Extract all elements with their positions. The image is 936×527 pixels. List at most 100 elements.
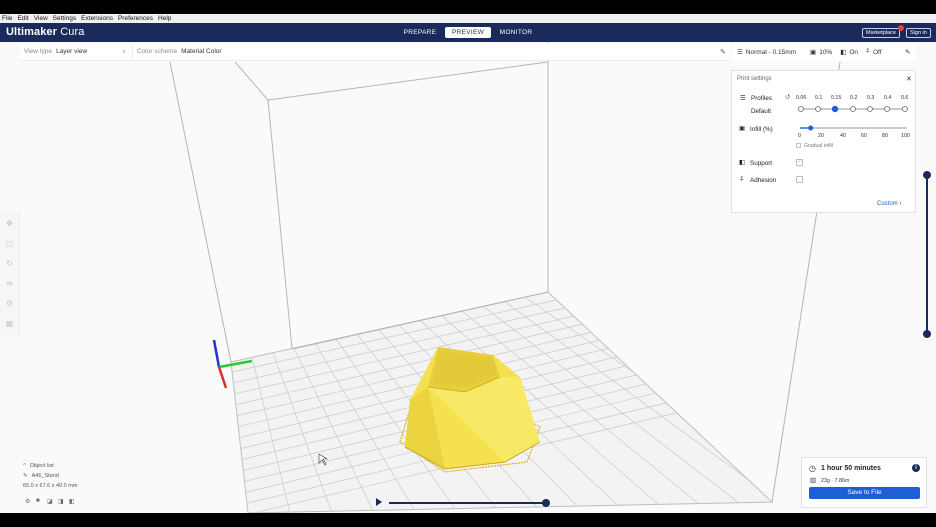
object-list-label: Object list <box>29 463 54 469</box>
layer-height-tick: 0.6 <box>901 95 909 101</box>
object-list-toggle[interactable]: ^ Object list <box>23 463 77 469</box>
view-type-selector[interactable]: View type Layer view ‹ <box>20 42 133 61</box>
adhesion-summary: Off <box>872 48 882 56</box>
play-icon[interactable] <box>376 498 382 506</box>
infill-tick: 80 <box>882 133 888 139</box>
app-header: Ultimaker Cura PREPARE PREVIEW MONITOR M… <box>0 23 936 42</box>
support-blocker-icon[interactable]: ▦ <box>4 318 15 329</box>
marketplace-button[interactable]: Marketplace <box>862 28 900 38</box>
view-toolbar: View type Layer view ‹ Color scheme Mate… <box>20 42 730 61</box>
layer-height-slider[interactable] <box>796 104 911 114</box>
object-name-row: ✎ A46_Stand <box>23 473 77 479</box>
color-scheme-selector[interactable]: Color scheme Material Color <box>133 43 222 61</box>
menu-file[interactable]: File <box>2 15 12 22</box>
print-settings-title: Print settings <box>737 76 772 82</box>
print-settings-panel: Print settings ✕ ☰ Profiles Default ↺ 0.… <box>731 70 916 213</box>
close-icon[interactable]: ✕ <box>906 75 912 83</box>
infill-tick: 60 <box>861 133 867 139</box>
scale-tool-icon[interactable]: ◰ <box>4 238 15 249</box>
move-tool-icon[interactable]: ✥ <box>4 218 15 229</box>
profiles-label: Profiles <box>751 95 772 102</box>
view-front-icon[interactable]: ◧ <box>69 498 80 505</box>
support-icon: ◧ <box>840 49 847 56</box>
menu-help[interactable]: Help <box>158 15 171 22</box>
logo-light: Cura <box>57 26 85 38</box>
adhesion-icon: ⍏ <box>740 176 744 183</box>
profiles-icon: ☰ <box>740 95 746 102</box>
object-name: A46_Stand <box>31 473 59 479</box>
tab-monitor[interactable]: MONITOR <box>493 27 539 38</box>
support-label: Support <box>750 160 773 167</box>
infill-tick: 0 <box>798 133 801 139</box>
layer-height-tick: 0.2 <box>850 95 858 101</box>
object-info: ^ Object list ✎ A46_Stand 65.0 x 67.6 x 40… <box>23 463 77 493</box>
custom-button[interactable]: Custom › <box>877 201 901 207</box>
profile-default-label: Default <box>751 108 771 115</box>
object-actions: ⚙ ■ ◪ ◨ ◧ <box>25 498 80 505</box>
logo-bold: Ultimaker <box>6 26 58 38</box>
view-side-icon[interactable]: ◨ <box>58 498 69 505</box>
layer-height-tick: 0.4 <box>884 95 892 101</box>
cube-icon[interactable]: ■ <box>36 498 47 505</box>
tab-prepare[interactable]: PREPARE <box>397 27 443 38</box>
adhesion-checkbox[interactable] <box>796 176 803 183</box>
path-slider[interactable] <box>389 502 546 504</box>
stage-tabs: PREPARE PREVIEW MONITOR <box>397 27 541 38</box>
menu-extensions[interactable]: Extensions <box>81 15 113 22</box>
path-slider-handle[interactable] <box>542 499 550 507</box>
letterbox-top <box>0 0 936 14</box>
layer-slider-top-handle[interactable] <box>923 171 931 179</box>
chevron-up-icon: ^ <box>23 463 26 469</box>
menu-bar: File Edit View Settings Extensions Prefe… <box>0 14 936 23</box>
left-toolbar: ✥ ◰ ↻ ⇋ ⚙ ▦ <box>0 212 20 336</box>
info-icon[interactable]: i <box>912 464 920 472</box>
color-scheme-value: Material Color <box>181 48 222 55</box>
layer-height-tick: 0.06 <box>796 95 807 101</box>
infill-slider[interactable] <box>796 123 911 133</box>
object-dimensions: 65.0 x 67.6 x 40.0 mm <box>23 483 78 489</box>
gradual-infill-label: Gradual infill <box>804 143 833 149</box>
infill-tick: 20 <box>818 133 824 139</box>
infill-tick: 40 <box>840 133 846 139</box>
pencil-icon[interactable]: ✎ <box>720 48 726 56</box>
view-type-value: Layer view <box>56 48 88 55</box>
sign-in-button[interactable]: Sign in <box>906 28 931 38</box>
material-icon: ▥ <box>810 477 817 484</box>
infill-label: Infill (%) <box>750 126 773 133</box>
layer-height-tick: 0.1 <box>815 95 823 101</box>
view-3d-icon[interactable]: ◪ <box>47 498 58 505</box>
reset-icon[interactable]: ↺ <box>785 94 790 101</box>
infill-tick: 100 <box>901 133 910 139</box>
custom-button-label: Custom <box>877 201 898 207</box>
tab-preview[interactable]: PREVIEW <box>445 27 491 38</box>
save-to-file-button[interactable]: Save to File <box>809 487 920 499</box>
color-scheme-label: Color scheme <box>137 48 178 55</box>
adhesion-label: Adhesion <box>750 177 777 184</box>
layer-height-tick: 0.15 <box>831 95 842 101</box>
clock-icon: ◷ <box>809 464 816 473</box>
layer-slider[interactable] <box>926 175 928 334</box>
print-settings-summary[interactable]: ☰ Normal - 0.15mm ▣ 10% ◧ On ⍏ Off ✎ <box>733 43 916 61</box>
profile-summary: Normal - 0.15mm <box>745 48 797 56</box>
menu-preferences[interactable]: Preferences <box>118 15 153 22</box>
menu-view[interactable]: View <box>34 15 48 22</box>
output-action-panel: ◷ 1 hour 50 minutes i ▥ 23g · 7.86m Save… <box>801 457 927 508</box>
per-model-settings-icon[interactable]: ⚙ <box>4 298 15 309</box>
pencil-icon[interactable]: ✎ <box>23 473 28 479</box>
arrange-icon[interactable]: ⚙ <box>25 498 36 505</box>
pencil-icon[interactable]: ✎ <box>905 48 910 56</box>
layer-slider-bottom-handle[interactable] <box>923 330 931 338</box>
rotate-tool-icon[interactable]: ↻ <box>4 258 15 269</box>
menu-edit[interactable]: Edit <box>17 15 28 22</box>
infill-icon: ▣ <box>810 49 817 56</box>
menu-settings[interactable]: Settings <box>53 15 77 22</box>
letterbox-bottom <box>0 513 936 527</box>
print-time: 1 hour 50 minutes <box>821 465 881 472</box>
support-summary: On <box>849 48 859 56</box>
notification-badge <box>898 25 904 31</box>
infill-icon: ▣ <box>739 125 745 132</box>
mirror-tool-icon[interactable]: ⇋ <box>4 278 15 289</box>
gradual-infill-checkbox[interactable] <box>796 143 801 148</box>
view-type-label: View type <box>24 48 53 55</box>
support-checkbox[interactable]: ✓ <box>796 159 803 166</box>
